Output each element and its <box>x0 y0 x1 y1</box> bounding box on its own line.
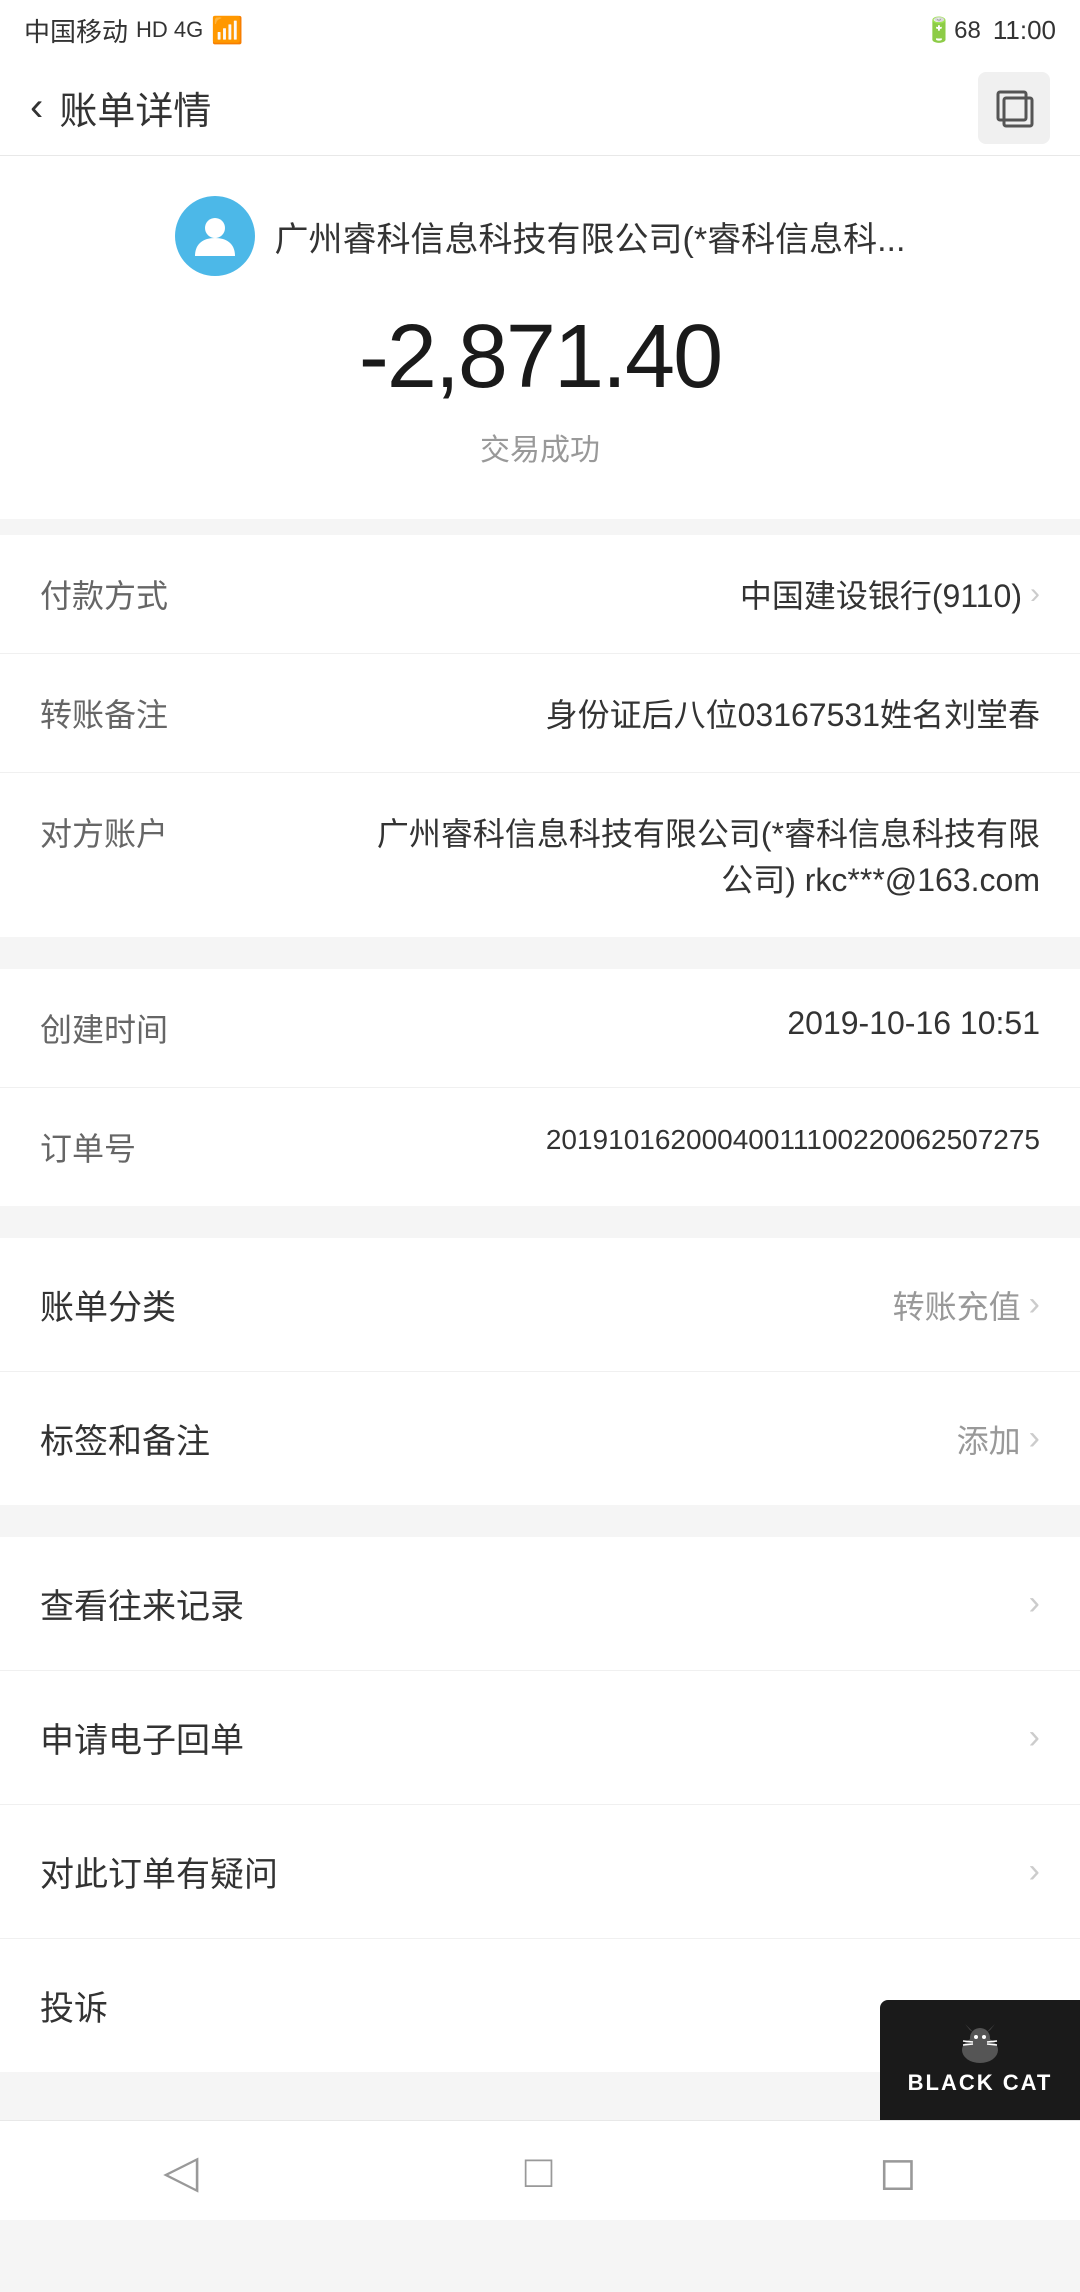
merchant-avatar <box>175 196 255 276</box>
transfer-note-value: 身份证后八位03167531姓名刘堂春 <box>240 690 1040 736</box>
merchant-row: 广州睿科信息科技有限公司(*睿科信息科... <box>175 196 906 276</box>
nav-recent-button[interactable]: ◻ <box>879 2144 917 2198</box>
create-time-row: 创建时间 2019-10-16 10:51 <box>0 969 1080 1088</box>
time-label: 11:00 <box>993 15 1056 46</box>
merchant-name: 广州睿科信息科技有限公司(*睿科信息科... <box>275 212 906 261</box>
person-icon <box>191 212 239 260</box>
question-order-label: 对此订单有疑问 <box>40 1847 278 1896</box>
window-button[interactable] <box>978 72 1050 144</box>
content: 广州睿科信息科技有限公司(*睿科信息科... -2,871.40 交易成功 付款… <box>0 156 1080 2292</box>
order-no-value: 20191016200040011100220062507275 <box>240 1124 1040 1156</box>
status-bar-right: 🔋68 11:00 <box>924 15 1056 46</box>
section-divider-2 <box>0 1222 1080 1238</box>
section-divider-1 <box>0 953 1080 969</box>
window-icon <box>994 88 1034 128</box>
payment-method-value: 中国建设银行(9110) › <box>240 571 1040 617</box>
view-history-row[interactable]: 查看往来记录 › <box>0 1537 1080 1671</box>
question-order-chevron: › <box>1029 1852 1040 1891</box>
back-button[interactable]: ‹ <box>30 85 43 130</box>
signal-icon: 📶 <box>211 15 243 46</box>
section-divider-3 <box>0 1521 1080 1537</box>
transaction-amount: -2,871.40 <box>359 306 721 409</box>
create-time-value: 2019-10-16 10:51 <box>240 1005 1040 1042</box>
category-value: 转账充值 › <box>893 1282 1040 1328</box>
question-order-row[interactable]: 对此订单有疑问 › <box>0 1805 1080 1939</box>
page-title: 账单详情 <box>59 80 211 135</box>
nav-back-button[interactable]: ◁ <box>163 2144 198 2198</box>
payment-method-row: 付款方式 中国建设银行(9110) › <box>0 535 1080 654</box>
tags-value: 添加 › <box>957 1416 1040 1462</box>
payment-detail-section: 付款方式 中国建设银行(9110) › 转账备注 身份证后八位03167531姓… <box>0 535 1080 937</box>
carrier-label: 中国移动 <box>24 12 128 49</box>
transfer-note-label: 转账备注 <box>40 690 240 736</box>
network-type: HD 4G <box>136 17 203 43</box>
status-bar-left: 中国移动 HD 4G 📶 <box>24 12 244 49</box>
category-chevron: › <box>1029 1285 1040 1324</box>
battery-icon: 🔋68 <box>924 16 981 45</box>
request-receipt-row[interactable]: 申请电子回单 › <box>0 1671 1080 1805</box>
header: ‹ 账单详情 <box>0 60 1080 156</box>
transfer-note-row: 转账备注 身份证后八位03167531姓名刘堂春 <box>0 654 1080 773</box>
payment-method-label: 付款方式 <box>40 571 240 617</box>
order-no-row: 订单号 20191016200040011100220062507275 <box>0 1088 1080 1206</box>
create-time-label: 创建时间 <box>40 1005 240 1051</box>
tags-label: 标签和备注 <box>40 1414 210 1463</box>
payment-chevron: › <box>1030 577 1040 611</box>
tags-chevron: › <box>1029 1419 1040 1458</box>
transaction-status: 交易成功 <box>480 425 600 469</box>
tags-row[interactable]: 标签和备注 添加 › <box>0 1372 1080 1505</box>
action-section: 查看往来记录 › 申请电子回单 › 对此订单有疑问 › 投诉 <box>0 1537 1080 2072</box>
order-detail-section: 创建时间 2019-10-16 10:51 订单号 20191016200040… <box>0 969 1080 1206</box>
classification-section: 账单分类 转账充值 › 标签和备注 添加 › <box>0 1238 1080 1505</box>
view-history-label: 查看往来记录 <box>40 1579 244 1628</box>
order-no-label: 订单号 <box>40 1124 240 1170</box>
header-left: ‹ 账单详情 <box>30 80 211 135</box>
merchant-section: 广州睿科信息科技有限公司(*睿科信息科... -2,871.40 交易成功 <box>0 156 1080 519</box>
black-cat-watermark: BLACK CAT <box>880 2000 1080 2120</box>
view-history-chevron: › <box>1029 1584 1040 1623</box>
category-label: 账单分类 <box>40 1280 176 1329</box>
status-bar: 中国移动 HD 4G 📶 🔋68 11:00 <box>0 0 1080 60</box>
request-receipt-chevron: › <box>1029 1718 1040 1757</box>
category-row[interactable]: 账单分类 转账充值 › <box>0 1238 1080 1372</box>
bottom-nav: ◁ □ ◻ <box>0 2120 1080 2220</box>
counterparty-value: 广州睿科信息科技有限公司(*睿科信息科技有限 公司) rkc***@163.co… <box>240 809 1040 901</box>
complain-label: 投诉 <box>40 1981 108 2030</box>
black-cat-label: BLACK CAT <box>908 2070 1053 2096</box>
nav-home-button[interactable]: □ <box>525 2144 553 2198</box>
request-receipt-label: 申请电子回单 <box>40 1713 244 1762</box>
cat-logo-icon <box>955 2024 1005 2064</box>
counterparty-label: 对方账户 <box>40 809 240 855</box>
counterparty-row: 对方账户 广州睿科信息科技有限公司(*睿科信息科技有限 公司) rkc***@1… <box>0 773 1080 937</box>
